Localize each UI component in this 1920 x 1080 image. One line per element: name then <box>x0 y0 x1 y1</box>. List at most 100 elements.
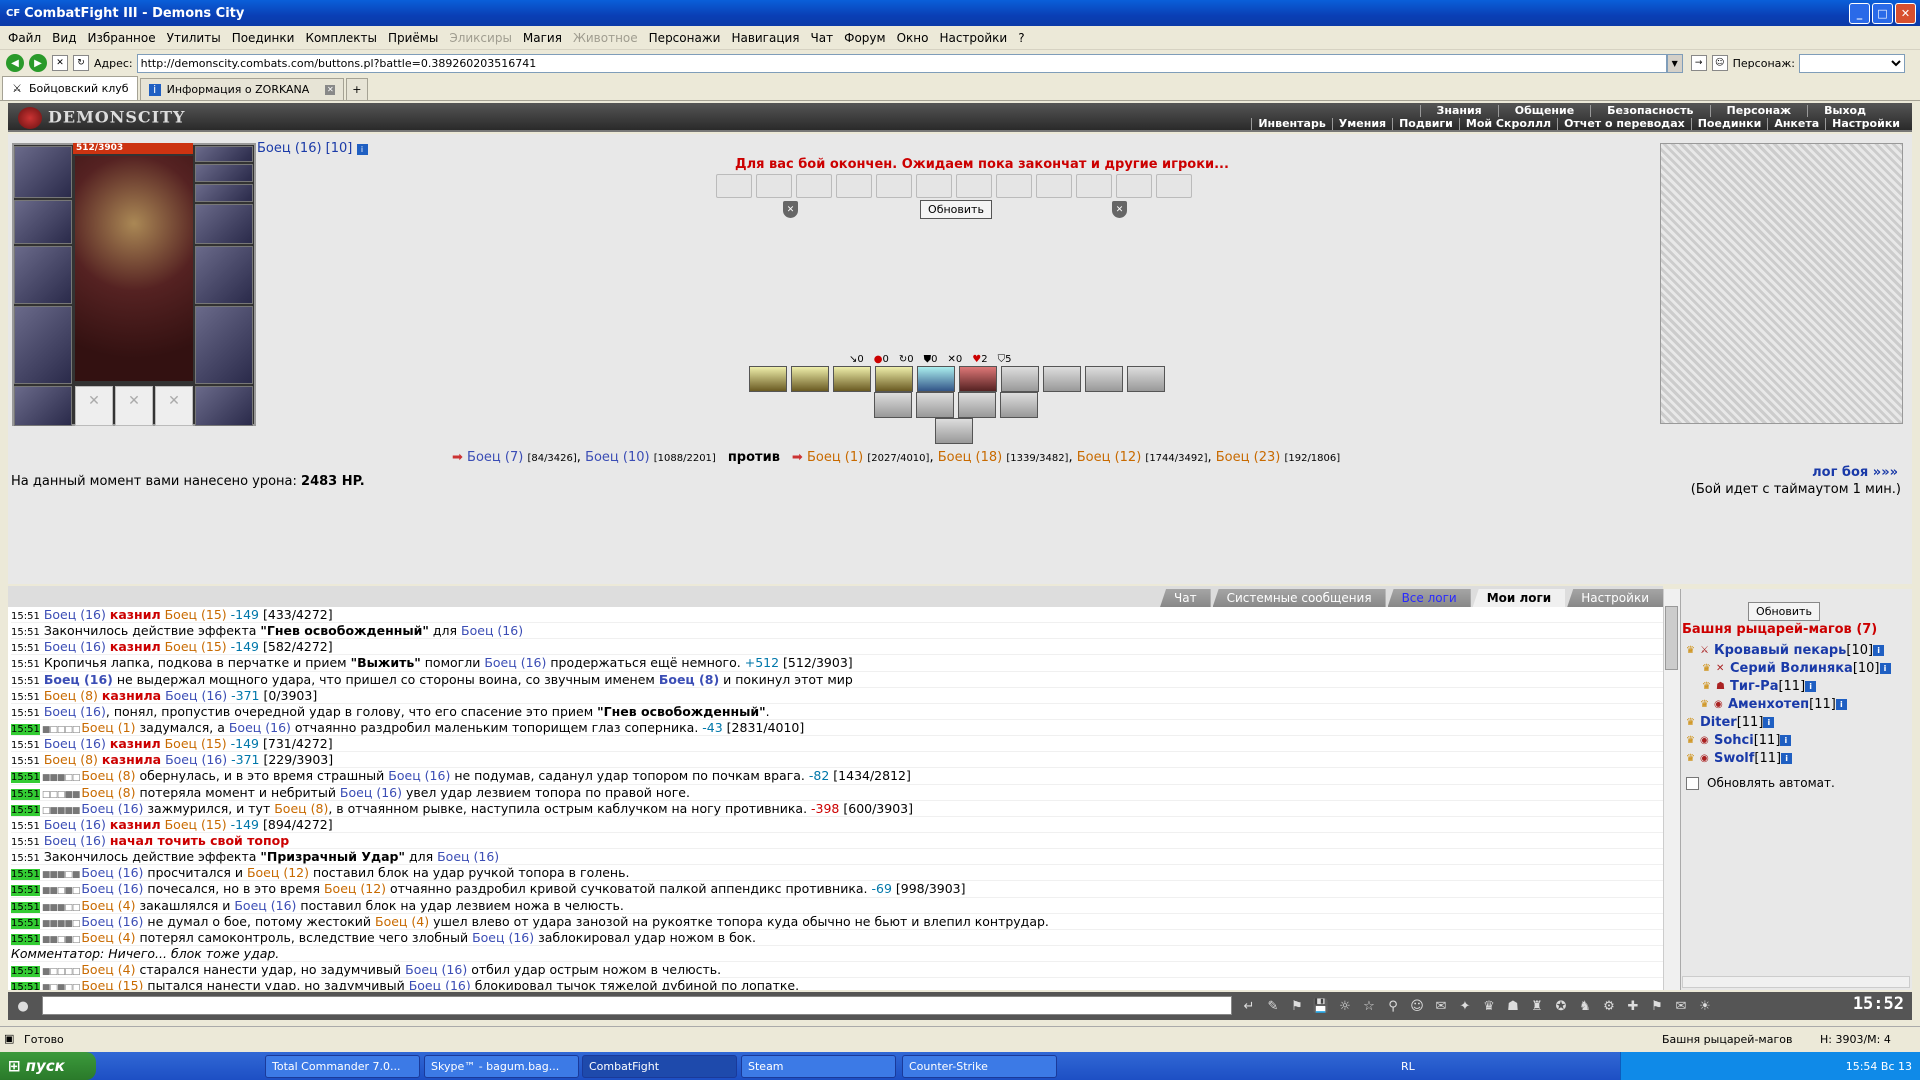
menu-item[interactable]: Вид <box>52 31 76 45</box>
empty-slot[interactable] <box>75 386 113 426</box>
action-tile[interactable] <box>1116 174 1152 198</box>
fighter-link[interactable]: Боец (18) <box>938 450 1003 465</box>
chat-tool-icon[interactable]: ☗ <box>1504 998 1522 1016</box>
back-icon[interactable]: ◀ <box>6 54 24 72</box>
go-icon[interactable]: → <box>1690 55 1707 71</box>
game-nav-item[interactable]: Настройки <box>1825 118 1906 130</box>
chat-tool-icon[interactable]: 💾 <box>1312 998 1330 1016</box>
room-member[interactable]: ♛ Diter[11] i <box>1686 715 1775 730</box>
equipment-slot[interactable] <box>14 146 72 198</box>
info-icon[interactable]: i <box>356 144 368 155</box>
room-member[interactable]: ♛ ⚔ Кровавый пекарь[10] i <box>1686 643 1885 658</box>
menu-item[interactable]: Поединки <box>232 31 295 45</box>
skill-icon[interactable] <box>935 418 973 444</box>
menu-item[interactable]: Персонажи <box>649 31 721 45</box>
menu-item[interactable]: Файл <box>8 31 41 45</box>
empty-slot[interactable] <box>115 386 153 426</box>
menu-item[interactable]: Животное <box>573 31 638 45</box>
close-tab-icon[interactable]: ✕ <box>325 84 336 95</box>
chat-tool-icon[interactable]: ☀ <box>1696 998 1714 1016</box>
skill-icon[interactable] <box>1001 366 1039 392</box>
menu-item[interactable]: Магия <box>523 31 562 45</box>
log-tab[interactable]: Настройки <box>1567 589 1663 607</box>
chat-tool-icon[interactable]: ✉ <box>1672 998 1690 1016</box>
equipment-slot[interactable] <box>195 164 253 182</box>
battle-log-link[interactable]: лог боя »»» <box>1812 465 1898 480</box>
game-nav-item[interactable]: Умения <box>1331 118 1392 130</box>
game-nav-item[interactable]: Безопасность <box>1590 105 1709 117</box>
chevron-down-icon[interactable]: ▼ <box>1666 53 1683 73</box>
skill-icon[interactable] <box>749 366 787 392</box>
taskbar-app-button[interactable]: Total Commander 7.0... <box>265 1055 420 1078</box>
game-nav-item[interactable]: Инвентарь <box>1251 118 1331 130</box>
chat-tool-icon[interactable]: ☆ <box>1360 998 1378 1016</box>
taskbar-app-button[interactable]: Skype™ - bagum.bag... <box>424 1055 579 1078</box>
skill-icon[interactable] <box>1043 366 1081 392</box>
game-nav-item[interactable]: Анкета <box>1767 118 1825 130</box>
skill-icon[interactable] <box>875 366 913 392</box>
game-nav-item[interactable]: Отчет о переводах <box>1557 118 1691 130</box>
chat-tool-icon[interactable]: ✉ <box>1432 998 1450 1016</box>
menu-item[interactable]: Окно <box>897 31 929 45</box>
skill-icon[interactable] <box>833 366 871 392</box>
chat-tool-icon[interactable]: ♛ <box>1480 998 1498 1016</box>
fighter-link[interactable]: Боец (10) <box>585 450 650 465</box>
start-button[interactable]: ⊞ пуск <box>0 1052 96 1080</box>
address-input[interactable] <box>136 53 1667 73</box>
menu-item[interactable]: Эликсиры <box>449 31 512 45</box>
refresh-icon[interactable]: ↻ <box>73 55 89 71</box>
player-name[interactable]: Боец (16) [10] i <box>257 141 368 156</box>
info-icon[interactable]: i <box>1763 717 1775 728</box>
action-tile[interactable] <box>1156 174 1192 198</box>
taskbar-app-button[interactable]: CombatFight <box>582 1055 737 1078</box>
info-icon[interactable]: i <box>1781 753 1793 764</box>
action-tile[interactable] <box>876 174 912 198</box>
room-member[interactable]: ♛ ◉ Аменхотеп[11] i <box>1700 697 1847 712</box>
game-nav-item[interactable]: Поединки <box>1690 118 1768 130</box>
skill-icon[interactable] <box>917 366 955 392</box>
log-tab[interactable]: Все логи <box>1387 589 1471 607</box>
taskbar-app-button[interactable]: Steam <box>741 1055 896 1078</box>
menu-item[interactable]: Форум <box>844 31 885 45</box>
chat-tool-icon[interactable]: ♜ <box>1528 998 1546 1016</box>
maximize-button[interactable]: □ <box>1872 3 1893 24</box>
skill-icon[interactable] <box>958 392 996 418</box>
skill-icon[interactable] <box>1127 366 1165 392</box>
forward-icon[interactable]: ▶ <box>29 54 47 72</box>
menu-item[interactable]: Чат <box>811 31 834 45</box>
skill-icon[interactable] <box>1085 366 1123 392</box>
language-indicator[interactable]: RL <box>1401 1060 1415 1073</box>
skill-icon[interactable] <box>874 392 912 418</box>
info-icon[interactable]: i <box>1873 645 1885 656</box>
menu-item[interactable]: Избранное <box>87 31 155 45</box>
skill-icon[interactable] <box>959 366 997 392</box>
chat-tool-icon[interactable]: ✎ <box>1264 998 1282 1016</box>
fighter-link[interactable]: Боец (1) <box>807 450 863 465</box>
log-tab[interactable]: Чат <box>1160 589 1211 607</box>
room-refresh-button[interactable]: Обновить <box>1748 602 1820 621</box>
menu-item[interactable]: Приёмы <box>388 31 438 45</box>
persona-select[interactable] <box>1799 53 1905 73</box>
game-nav-item[interactable]: Общение <box>1497 105 1590 117</box>
skill-icon[interactable] <box>791 366 829 392</box>
chat-tool-icon[interactable]: ✦ <box>1456 998 1474 1016</box>
chat-tool-icon[interactable]: ↵ <box>1240 998 1258 1016</box>
action-tile[interactable] <box>916 174 952 198</box>
action-tile[interactable] <box>1076 174 1112 198</box>
chat-tool-icon[interactable]: ☼ <box>1336 998 1354 1016</box>
menu-item[interactable]: Утилиты <box>167 31 221 45</box>
action-tile[interactable] <box>1036 174 1072 198</box>
stop-icon[interactable]: ✕ <box>52 55 68 71</box>
info-icon[interactable]: i <box>1879 663 1891 674</box>
refresh-button[interactable]: Обновить <box>920 200 992 219</box>
room-member[interactable]: ♛ ☗ Тиг-Ра[11] i <box>1702 679 1817 694</box>
chat-tool-icon[interactable]: ✪ <box>1552 998 1570 1016</box>
equipment-slot[interactable] <box>195 306 253 384</box>
character-avatar[interactable] <box>75 156 193 381</box>
tab-zorkana-info[interactable]: i Информация о ZORKANA ✕ <box>139 78 345 100</box>
info-icon[interactable]: i <box>1805 681 1817 692</box>
equipment-slot[interactable] <box>195 204 253 244</box>
info-icon[interactable]: i <box>1835 699 1847 710</box>
equipment-slot[interactable] <box>14 306 72 384</box>
room-member[interactable]: ♛ ◉ Swolf[11] i <box>1686 751 1793 766</box>
